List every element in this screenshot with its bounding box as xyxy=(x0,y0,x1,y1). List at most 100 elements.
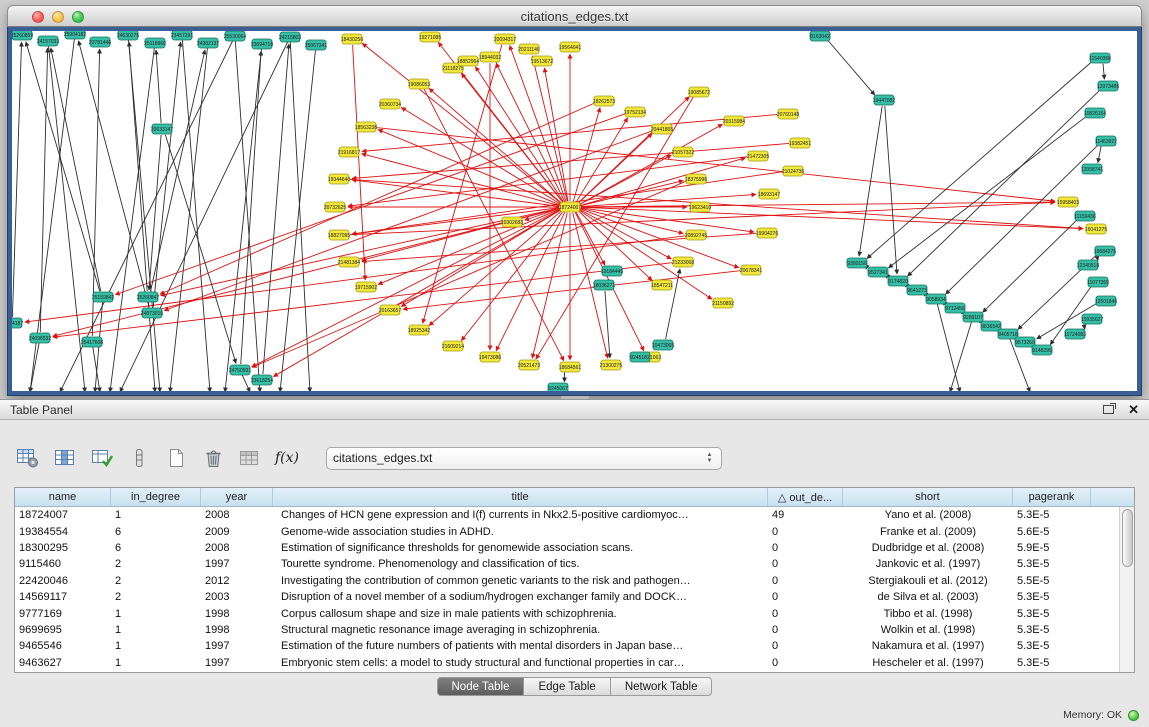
graph-node[interactable]: 9148395 xyxy=(1032,345,1052,355)
graph-node[interactable]: 12340518 xyxy=(1077,260,1099,270)
graph-node[interactable]: 9405718 xyxy=(998,329,1018,339)
graph-node[interactable]: 20678341 xyxy=(740,265,762,275)
table-disabled-icon[interactable] xyxy=(236,445,264,471)
graph-node[interactable]: 11540368 xyxy=(1089,53,1111,63)
graph-node[interactable]: 24215803 xyxy=(279,32,301,42)
graph-node[interactable]: 10302683 xyxy=(501,217,523,227)
graph-node[interactable]: 21057322 xyxy=(672,147,694,157)
graph-node[interactable]: 10826154 xyxy=(1084,108,1106,118)
graph-node[interactable]: 18944032 xyxy=(479,52,501,62)
graph-node[interactable]: 18563238 xyxy=(355,122,377,132)
graph-node[interactable]: 21472305 xyxy=(747,151,769,161)
graph-node[interactable]: 21024736 xyxy=(782,166,804,176)
graph-node[interactable]: 24157033 xyxy=(37,36,59,46)
graph-node[interactable]: 19344640 xyxy=(328,174,350,184)
graph-node[interactable]: 25904182 xyxy=(64,31,86,39)
table-vertical-scrollbar[interactable] xyxy=(1119,507,1134,672)
graph-node[interactable]: 21300275 xyxy=(600,360,622,370)
graph-node[interactable]: 25530064 xyxy=(224,31,246,41)
delete-table-icon[interactable] xyxy=(199,445,227,471)
tab-edge-table[interactable]: Edge Table xyxy=(524,677,610,696)
graph-node[interactable]: 18262573 xyxy=(593,96,615,106)
graph-node[interactable]: 9573260 xyxy=(1015,337,1035,347)
graph-node[interactable]: 20211146 xyxy=(518,44,540,54)
column-header-pagerank[interactable]: pagerank xyxy=(1013,488,1091,506)
graph-node[interactable]: 20521473 xyxy=(518,360,540,370)
graph-node[interactable]: 24750931 xyxy=(229,365,251,375)
show-columns-icon[interactable] xyxy=(51,445,79,471)
column-header-name[interactable]: name xyxy=(15,488,111,506)
graph-node[interactable]: 23694718 xyxy=(251,39,273,49)
graph-node[interactable]: 19904276 xyxy=(756,228,778,238)
graph-node[interactable]: 10935627 xyxy=(1081,314,1103,324)
table-row[interactable]: 1830029562008Estimation of significance … xyxy=(15,540,1119,556)
graph-node[interactable]: 16041275 xyxy=(1085,224,1107,234)
graph-node[interactable]: 19623410 xyxy=(689,202,711,212)
graph-node[interactable]: 12058741 xyxy=(1081,164,1103,174)
graph-node[interactable]: 19184445 xyxy=(601,266,623,276)
column-header-in_degree[interactable]: in_degree xyxy=(111,488,201,506)
table-row[interactable]: 1938455462009Genome-wide association stu… xyxy=(15,523,1119,539)
graph-node[interactable]: 21233068 xyxy=(672,257,694,267)
window-titlebar[interactable]: citations_edges.txt xyxy=(7,5,1142,27)
table-row[interactable]: 946554611997Estimation of the future num… xyxy=(15,638,1119,654)
graph-node[interactable]: 18724007 xyxy=(559,202,581,212)
network-canvas[interactable]: 1872400719564041202111461894403221118275… xyxy=(12,31,1137,391)
network-table-select[interactable]: citations_edges.txt ▲▼ xyxy=(326,447,722,470)
graph-node[interactable]: 20360734 xyxy=(379,99,401,109)
graph-node[interactable]: 20892745 xyxy=(685,230,707,240)
table-row[interactable]: 977716911998Corpus callosum shape and si… xyxy=(15,605,1119,621)
graph-node[interactable]: 9527341 xyxy=(868,267,888,277)
graph-node[interactable]: 18693147 xyxy=(758,189,780,199)
slim-panel-icon[interactable] xyxy=(125,445,153,471)
graph-node[interactable]: 21609214 xyxy=(442,341,464,351)
graph-node[interactable]: 11159436 xyxy=(1074,211,1096,221)
graph-node[interactable]: 19382451 xyxy=(789,138,811,148)
graph-node[interactable]: 9058934 xyxy=(926,294,946,304)
column-header-short[interactable]: short xyxy=(843,488,1013,506)
float-panel-icon[interactable] xyxy=(1103,405,1114,414)
graph-node[interactable]: 11724083 xyxy=(1064,329,1086,339)
graph-node[interactable]: 21150892 xyxy=(712,298,734,308)
graph-node[interactable]: 19271085 xyxy=(419,32,441,42)
graph-node[interactable]: 9712456 xyxy=(945,303,965,313)
graph-node[interactable]: 9836542 xyxy=(981,321,1001,331)
graph-node[interactable]: 20441865 xyxy=(651,124,673,134)
graph-node[interactable]: 21916817 xyxy=(338,147,360,157)
graph-node[interactable]: 20315984 xyxy=(723,116,745,126)
column-header-year[interactable]: year xyxy=(201,488,273,506)
table-settings-icon[interactable] xyxy=(14,445,42,471)
new-table-icon[interactable] xyxy=(162,445,190,471)
table-row[interactable]: 969969511998Structural magnetic resonanc… xyxy=(15,622,1119,638)
graph-node[interactable]: 19752134 xyxy=(624,107,646,117)
graph-node[interactable]: 11463927 xyxy=(1095,136,1117,146)
graph-node[interactable]: 9245182 xyxy=(630,352,650,362)
graph-node[interactable]: 18375996 xyxy=(685,174,707,184)
graph-node[interactable]: 18827095 xyxy=(328,230,350,240)
graph-node[interactable]: 20633147 xyxy=(151,124,173,134)
tab-network-table[interactable]: Network Table xyxy=(611,677,713,696)
graph-node[interactable]: 19715902 xyxy=(355,282,377,292)
table-row[interactable]: 1872400712008Changes of HCN gene express… xyxy=(15,507,1119,523)
graph-node[interactable]: 18547211 xyxy=(651,280,673,290)
import-table-icon[interactable] xyxy=(88,445,116,471)
graph-node[interactable]: 19564041 xyxy=(559,42,581,52)
graph-node[interactable]: 8163042 xyxy=(810,31,830,41)
graph-node[interactable]: 19447082 xyxy=(873,95,895,105)
graph-node[interactable]: 23781446 xyxy=(89,37,111,47)
graph-node[interactable]: 20760148 xyxy=(777,109,799,119)
graph-node[interactable]: 24630275 xyxy=(117,31,139,40)
graph-node[interactable]: 18684561 xyxy=(559,362,581,372)
graph-node[interactable]: 10684275 xyxy=(1094,246,1116,256)
graph-node[interactable]: 25417608 xyxy=(81,337,103,347)
graph-node[interactable]: 12501846 xyxy=(1095,296,1117,306)
graph-node[interactable]: 24096532 xyxy=(29,333,51,343)
graph-node[interactable]: 9641273 xyxy=(907,285,927,295)
graph-node[interactable]: 25118960 xyxy=(144,38,166,48)
table-row[interactable]: 911546021997Tourette syndrome. Phenomeno… xyxy=(15,556,1119,572)
close-panel-icon[interactable]: ✕ xyxy=(1128,403,1139,416)
graph-node[interactable]: 25159842 xyxy=(92,292,114,302)
graph-node[interactable]: 15958403 xyxy=(1057,197,1079,207)
graph-node[interactable]: 18036271 xyxy=(593,280,615,290)
graph-node[interactable]: 9380156 xyxy=(847,258,867,268)
